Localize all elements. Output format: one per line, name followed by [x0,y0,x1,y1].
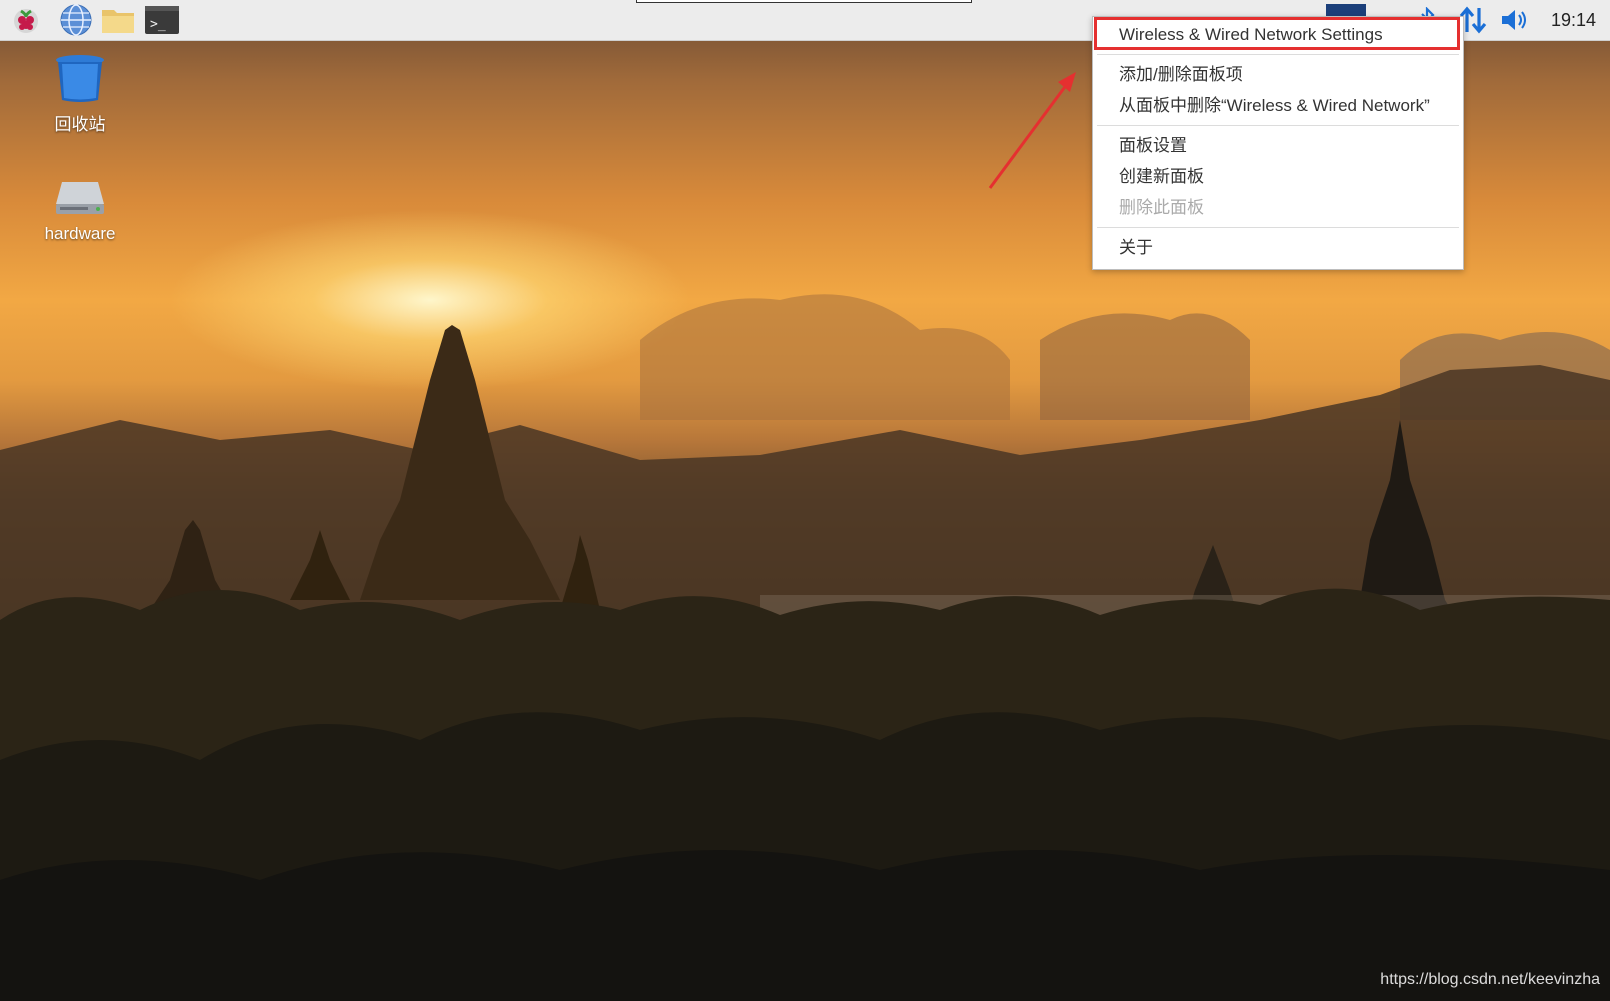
desktop-icon-hardware[interactable]: hardware [25,178,135,244]
file-manager-icon[interactable] [100,2,136,38]
menu-item-panel-settings[interactable]: 面板设置 [1093,130,1463,161]
desktop-screen: >_ V2 [0,0,1610,1001]
raspberry-menu-icon[interactable] [8,2,44,38]
menu-item-create-new-panel[interactable]: 创建新面板 [1093,161,1463,192]
panel-context-menu: Wireless & Wired Network Settings 添加/删除面… [1092,16,1464,270]
drive-icon [56,182,104,214]
annotation-highlight-box [1094,17,1460,50]
terminal-icon[interactable]: >_ [144,2,180,38]
menu-item-delete-panel: 删除此面板 [1119,198,1204,217]
web-browser-icon[interactable] [58,2,94,38]
desktop-icon-trash[interactable]: 回收站 [25,54,135,135]
menu-separator [1097,125,1459,126]
window-title-fragment [636,0,972,3]
watermark: https://blog.csdn.net/keevinzha [1380,971,1600,988]
desktop-icon-label: 回收站 [54,115,106,134]
svg-text:>_: >_ [150,17,166,32]
clock[interactable]: 19:14 [1551,10,1596,31]
volume-icon[interactable] [1498,4,1532,36]
desktop-icon-label: hardware [44,224,116,243]
menu-item-remove-from-panel[interactable]: 从面板中删除“Wireless & Wired Network” [1093,90,1463,121]
menu-separator [1097,227,1459,228]
trash-icon [56,55,104,102]
annotation-arrow [988,72,1076,189]
menu-item-add-remove-panel-items[interactable]: 添加/删除面板项 [1093,59,1463,90]
menu-item-about[interactable]: 关于 [1093,232,1463,263]
menu-separator [1097,54,1459,55]
